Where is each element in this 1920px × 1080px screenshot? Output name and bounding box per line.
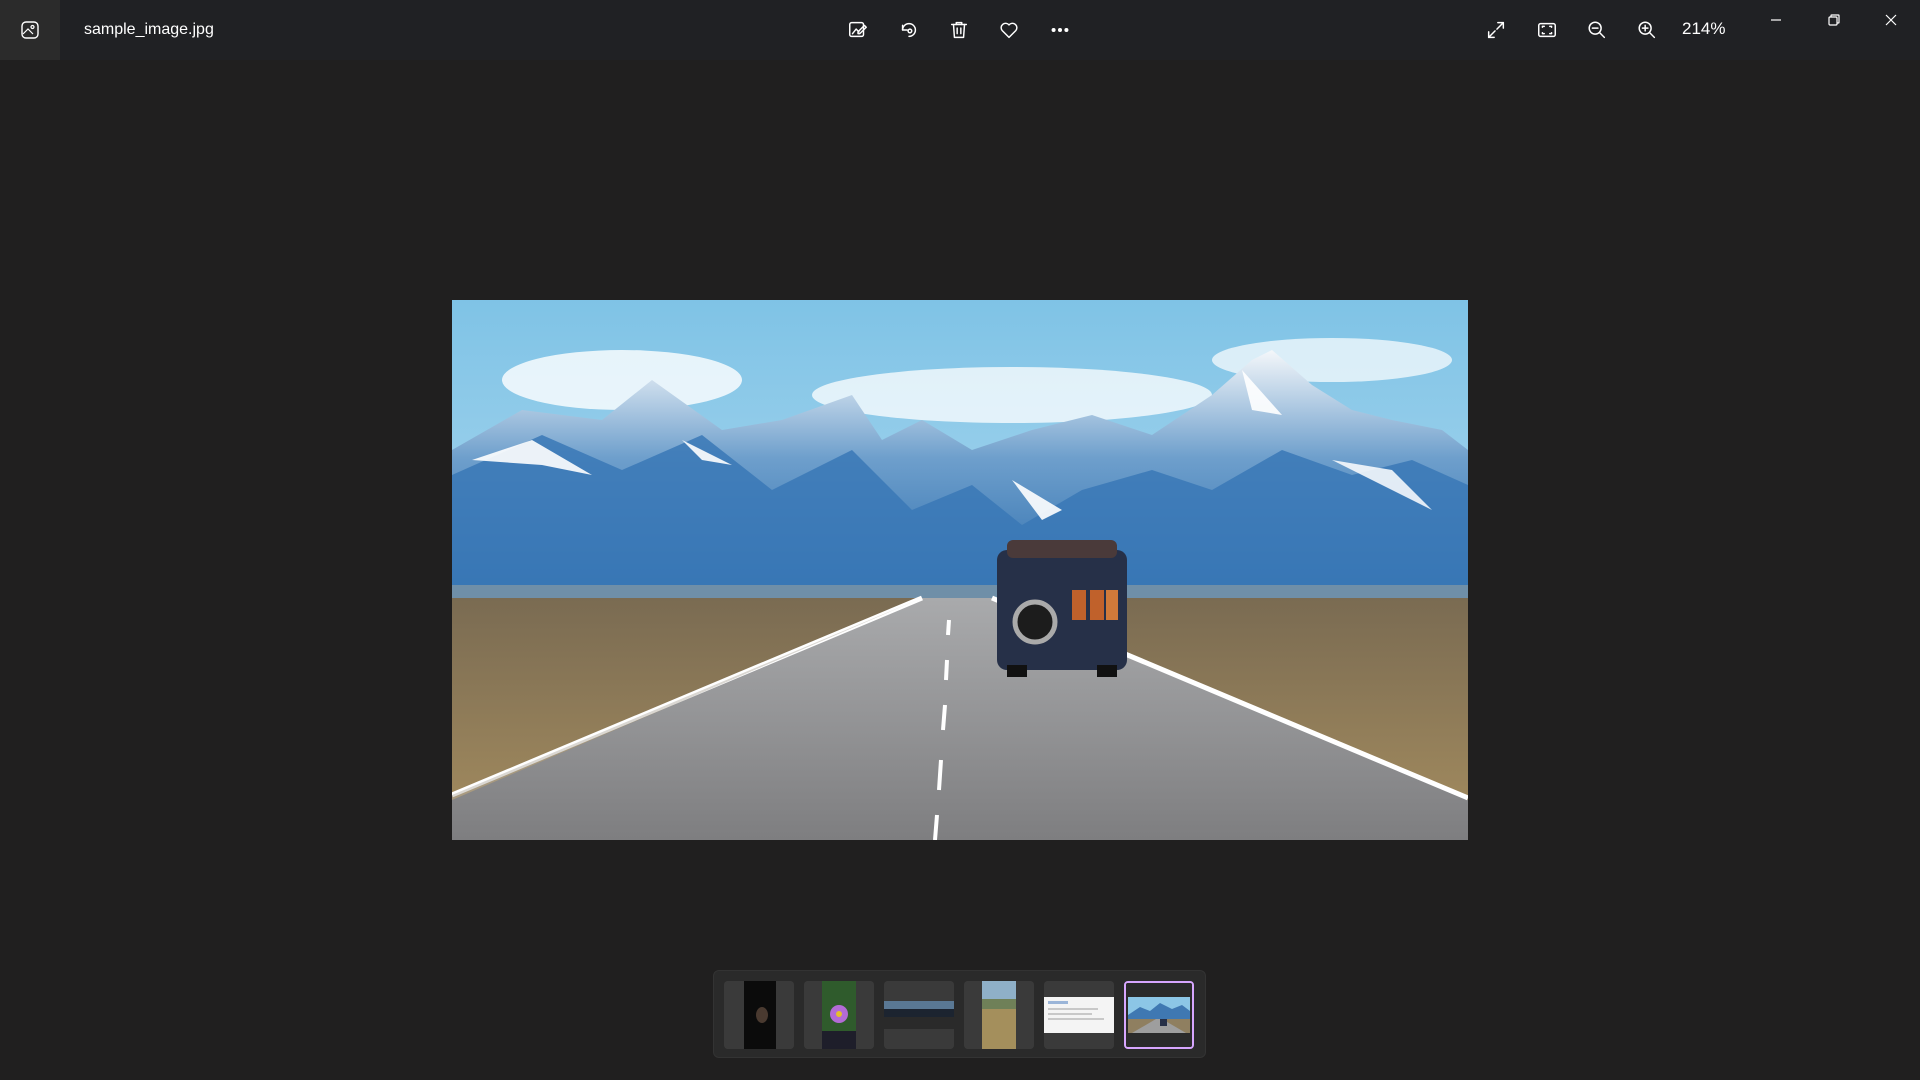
restore-button[interactable] [1806, 0, 1862, 40]
zoom-in-button[interactable] [1627, 10, 1667, 50]
file-name-title: sample_image.jpg [84, 21, 214, 38]
minimize-button[interactable] [1748, 0, 1804, 40]
purple-flower-thumbnail [804, 981, 874, 1049]
restore-icon [1828, 14, 1840, 26]
thumb-grass-field[interactable] [964, 981, 1034, 1049]
rotate-icon [901, 22, 917, 38]
thumb-mountain-road[interactable] [1124, 981, 1194, 1049]
close-button[interactable] [1863, 0, 1919, 40]
mountain-road-photo [452, 300, 1468, 840]
fullscreen-button[interactable] [1476, 10, 1516, 50]
photos-icon [21, 21, 39, 39]
mountain-road-thumbnail [1126, 983, 1192, 1047]
more-options-button[interactable] [1040, 10, 1080, 50]
fit-to-window-icon [1538, 22, 1556, 38]
favorite-heart-icon [1000, 22, 1018, 39]
grass-field-thumbnail [964, 981, 1034, 1049]
thumb-purple-flower[interactable] [804, 981, 874, 1049]
minimize-icon [1771, 19, 1781, 21]
zoom-level-indicator[interactable]: 214% [1682, 18, 1725, 40]
document-screenshot-thumbnail [1044, 981, 1114, 1049]
zoom-in-icon [1638, 21, 1656, 39]
photos-app-icon[interactable] [0, 0, 60, 60]
thumb-document-screenshot[interactable] [1044, 981, 1114, 1049]
delete-icon [950, 21, 968, 39]
thumb-night-road[interactable] [884, 981, 954, 1049]
edit-image-icon [849, 21, 867, 38]
filmstrip [713, 970, 1206, 1058]
fullscreen-icon [1487, 21, 1505, 39]
delete-button[interactable] [939, 10, 979, 50]
close-icon [1885, 14, 1897, 26]
fit-to-window-button[interactable] [1527, 10, 1567, 50]
zoom-out-icon [1588, 21, 1606, 39]
displayed-photo[interactable] [452, 300, 1468, 840]
zoom-out-button[interactable] [1577, 10, 1617, 50]
dark-portrait-thumbnail [724, 981, 794, 1049]
favorite-button[interactable] [989, 10, 1029, 50]
edit-image-button[interactable] [838, 10, 878, 50]
thumb-dark-portrait[interactable] [724, 981, 794, 1049]
title-bar: sample_image.jpg 214% [0, 0, 1920, 60]
more-options-icon [1051, 27, 1069, 33]
night-road-thumbnail [884, 981, 954, 1049]
rotate-button[interactable] [889, 10, 929, 50]
